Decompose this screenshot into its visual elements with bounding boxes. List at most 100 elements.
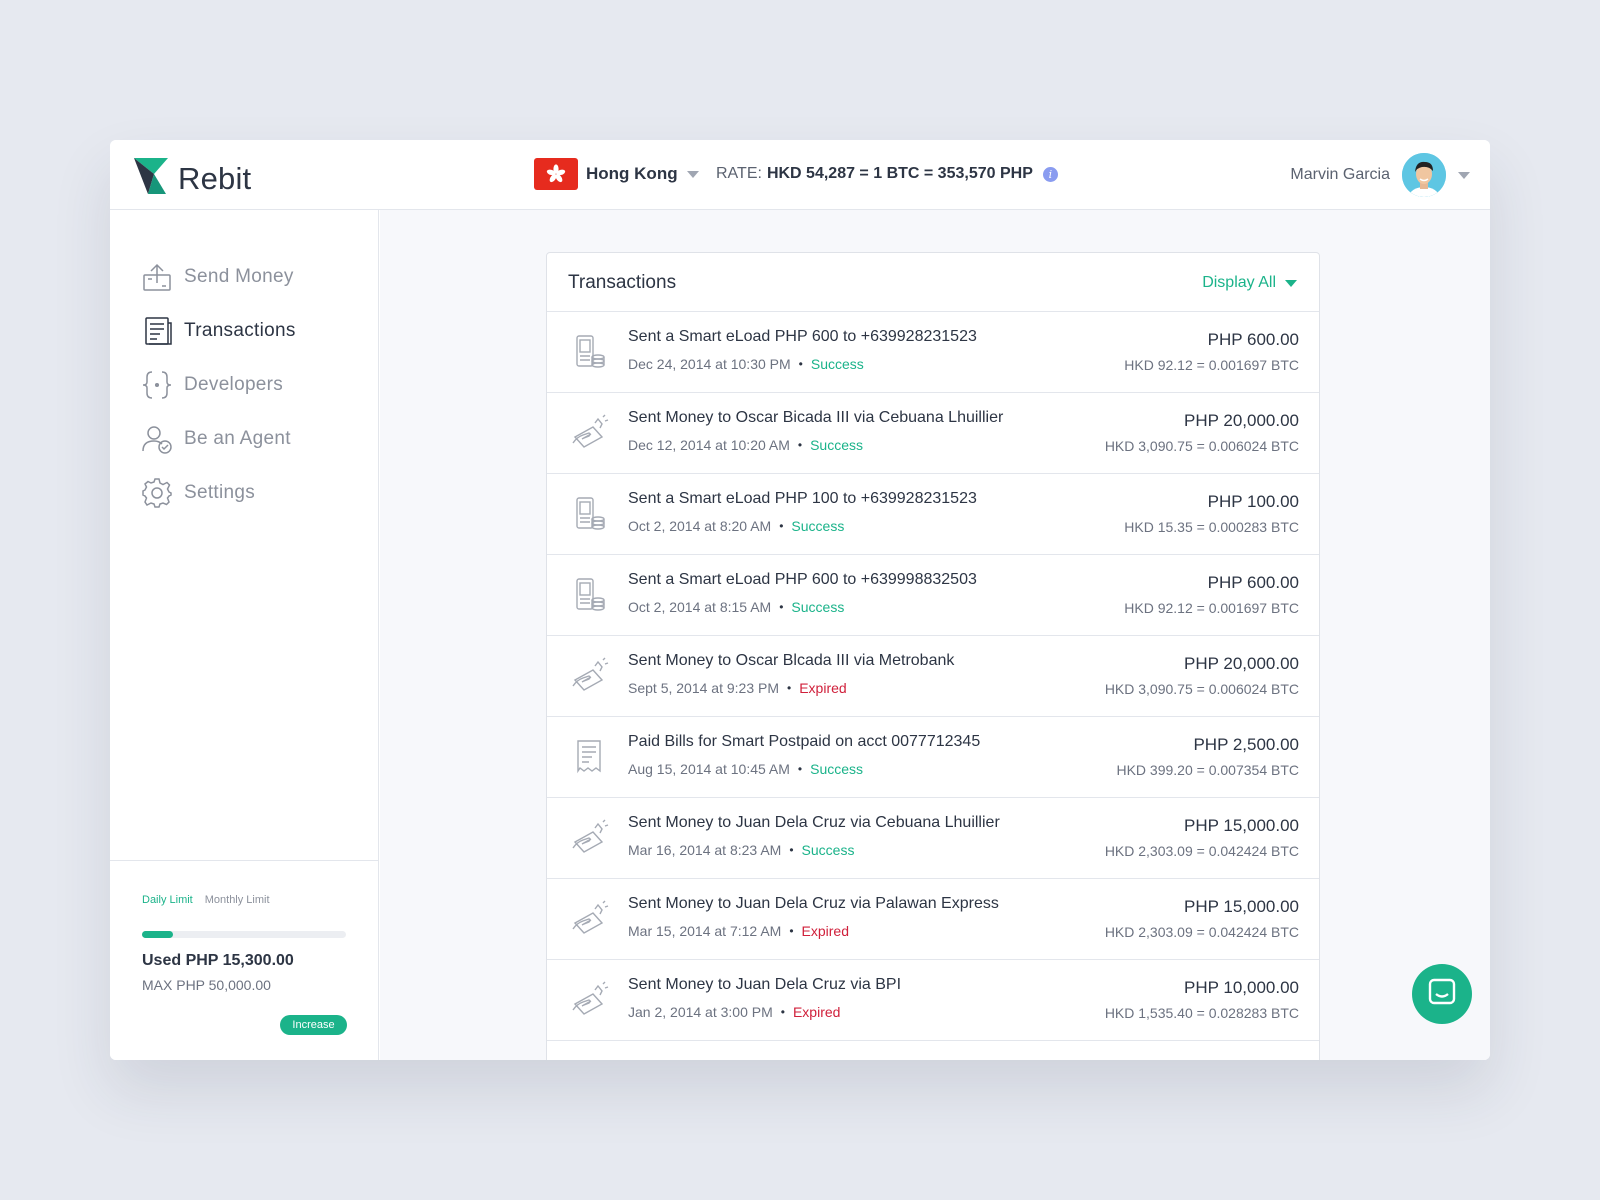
transaction-amount: PHP 15,000.00 [1184,816,1299,835]
separator-dot: • [798,357,803,371]
sidebar-item-label: Developers [184,374,284,395]
phone-load-icon [569,494,609,534]
transaction-conversion: HKD 3,090.75 = 0.006024 BTC [1104,438,1299,454]
sidebar-item-transactions[interactable]: Transactions [140,304,296,358]
sidebar-item-send-money[interactable]: Send Money [140,250,296,304]
tab-daily-limit[interactable]: Daily Limit [142,894,193,906]
transaction-conversion: HKD 399.20 = 0.007354 BTC [1116,762,1299,778]
transaction-title: Sent Money to Oscar Bicada III via Cebua… [628,409,1004,426]
chevron-down-icon [686,170,699,178]
transaction-title: Sent Money to Oscar Blcada III via Metro… [628,652,955,669]
transaction-meta: Dec 24, 2014 at 10:30 PM • Success [628,356,864,372]
transaction-date: Jan 2, 2014 at 3:00 PM [628,1004,773,1020]
transaction-amount: PHP 10,000.00 [1184,978,1299,997]
transactions-icon [140,314,174,348]
status-badge: Success [801,842,855,858]
country-name: Hong Kong [586,164,678,183]
logo-text: Rebit [178,160,252,196]
user-name: Marvin Garcia [1290,166,1390,183]
avatar [1402,153,1446,197]
transaction-meta: Oct 2, 2014 at 8:15 AM • Success [628,599,844,615]
separator-dot: • [789,924,794,938]
transaction-amount: PHP 20,000.00 [1184,654,1299,673]
transaction-date: Oct 2, 2014 at 8:15 AM [628,599,772,615]
transaction-conversion: HKD 92.12 = 0.001697 BTC [1124,600,1299,616]
user-menu[interactable]: Marvin Garcia [1290,153,1470,197]
display-all-label: Display All [1202,274,1276,291]
table-row[interactable]: Sent a Smart eLoad PHP 600 to +639928231… [547,312,1319,393]
developers-icon [140,368,174,402]
phone-load-icon [569,332,609,372]
transaction-title: Sent a Smart eLoad PHP 600 to +639928231… [628,328,977,345]
transaction-conversion: HKD 2,303.09 = 0.042424 BTC [1104,924,1299,940]
transaction-meta: Mar 15, 2014 at 7:12 AM • Expired [628,923,849,939]
transaction-amount: PHP 600.00 [1207,573,1299,592]
bill-icon [569,737,609,777]
table-row[interactable]: Sent Money to Juan Dela Cruz via Palawan… [547,879,1319,960]
max-amount: MAX PHP 50,000.00 [142,977,271,993]
agent-icon [140,422,174,456]
send-money-icon [569,899,609,939]
transaction-date: Sept 5, 2014 at 9:23 PM [628,680,779,696]
sidebar-item-label: Transactions [184,320,296,341]
transaction-meta: Aug 15, 2014 at 10:45 AM • Success [628,761,863,777]
transaction-title: Sent Money to Juan Dela Cruz via BPI [628,976,902,993]
status-badge: Expired [792,1004,841,1020]
chat-icon [1427,977,1457,1012]
status-badge: Success [791,518,845,534]
transaction-conversion: HKD 2,303.09 = 0.042424 BTC [1104,843,1299,859]
table-row[interactable]: Paid Bills for Smart Postpaid on acct 00… [547,717,1319,798]
main-content: Transactions Display All Sent a Smart eL… [380,210,1490,1060]
table-row[interactable]: Sent a Smart eLoad PHP 600 to +639998832… [547,555,1319,636]
logo-icon [132,156,170,201]
table-row[interactable]: Sent Money to Oscar Blcada III via Metro… [547,636,1319,717]
caret-down-icon [1285,279,1297,287]
rate-label: RATE: [716,165,762,182]
transaction-conversion: HKD 1,535.40 = 0.028283 BTC [1104,1005,1299,1021]
info-icon[interactable]: i [1042,166,1058,182]
country-selector[interactable]: Hong Kong [534,158,699,190]
used-amount: Used PHP 15,300.00 [142,952,294,969]
logo[interactable]: Rebit [132,156,251,201]
transaction-meta: Oct 2, 2014 at 8:20 AM • Success [628,518,844,534]
limit-tabs: Daily Limit Monthly Limit [142,894,282,906]
phone-load-icon [569,575,609,615]
sidebar-item-be-an-agent[interactable]: Be an Agent [140,412,296,466]
transaction-conversion: HKD 92.12 = 0.001697 BTC [1124,357,1299,373]
transaction-amount: PHP 100.00 [1207,492,1299,511]
sidebar-item-settings[interactable]: Settings [140,466,296,520]
send-money-icon [569,980,609,1020]
transaction-title: Sent Money to Juan Dela Cruz via Palawan… [628,895,999,912]
table-row[interactable]: Sent Money to Oscar Bicada III via Cebua… [547,393,1319,474]
increase-button[interactable]: Increase [280,1015,347,1035]
transaction-title: Sent a Smart eLoad PHP 600 to +639998832… [628,571,977,588]
transaction-title: Sent Money to Juan Dela Cruz via Cebuana… [628,814,1000,831]
separator-dot: • [797,438,803,452]
status-badge: Success [810,437,864,453]
transaction-date: Mar 16, 2014 at 8:23 AM [628,842,782,858]
hong-kong-flag-icon [534,158,578,190]
display-all-dropdown[interactable]: Display All [1202,274,1297,292]
panel-title: Transactions [568,272,677,293]
table-row[interactable]: Sent a Smart eLoad PHP 100 to +639928231… [547,474,1319,555]
sidebar-item-label: Send Money [184,266,294,287]
transactions-panel: Transactions Display All Sent a Smart eL… [546,252,1320,1060]
chevron-down-icon [1458,171,1470,179]
tab-monthly-limit[interactable]: Monthly Limit [205,894,270,906]
separator-dot: • [789,843,794,857]
status-badge: Expired [801,923,849,939]
gear-icon [140,476,174,510]
sidebar-item-label: Settings [184,482,256,503]
table-row[interactable]: Sent Money to Juan Dela Cruz via Cebuana… [547,798,1319,879]
sidebar-item-developers[interactable]: Developers [140,358,296,412]
transaction-date: Dec 24, 2014 at 10:30 PM [628,356,791,372]
sidebar-nav: Send Money Transactions Developers Be an… [140,250,296,520]
limit-progress-bar [142,931,346,938]
separator-dot: • [797,762,803,776]
status-badge: Success [810,761,864,777]
table-row[interactable]: Sent Money to Juan Dela Cruz via BPI Jan … [547,960,1319,1041]
transaction-amount: PHP 15,000.00 [1184,897,1299,916]
chat-button[interactable] [1412,964,1472,1024]
transaction-date: Aug 15, 2014 at 10:45 AM [628,761,790,777]
transactions-list: Sent a Smart eLoad PHP 600 to +639928231… [547,312,1319,1041]
